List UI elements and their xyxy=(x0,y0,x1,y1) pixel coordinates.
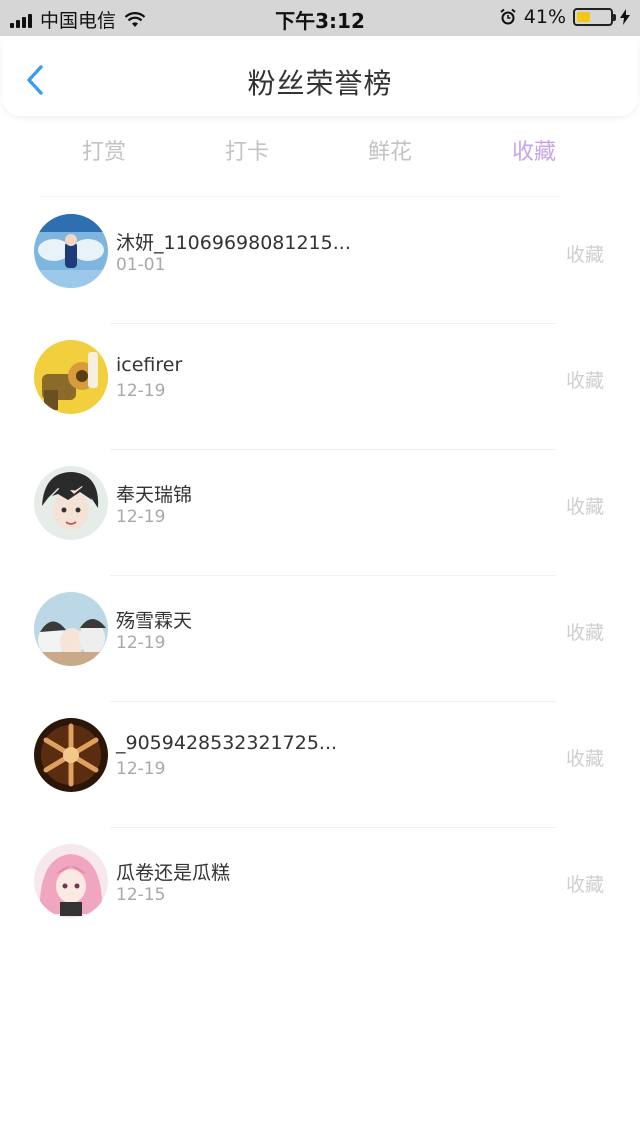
header: 粉丝荣誉榜 xyxy=(2,36,638,116)
screen: 中国电信 下午3:12 41% 粉丝荣誉榜 打赏 打卡 鲜花 收藏 沐妍_110… xyxy=(0,0,640,1139)
status-bar: 中国电信 下午3:12 41% xyxy=(0,0,640,36)
fan-date: 12-19 xyxy=(116,507,166,527)
tab-favorites[interactable]: 收藏 xyxy=(474,134,594,166)
fan-name: icefirer xyxy=(116,354,183,376)
fan-date: 12-19 xyxy=(116,633,166,653)
favorite-label: 收藏 xyxy=(565,370,604,392)
battery-level-fill xyxy=(577,12,591,22)
robot-character-avatar xyxy=(34,340,108,414)
favorite-label: 收藏 xyxy=(565,874,604,896)
favorite-label: 收藏 xyxy=(565,748,604,770)
anime-boy-avatar xyxy=(34,466,108,540)
list-item[interactable]: 瓜卷还是瓜糕 12-15 收藏 xyxy=(0,828,640,954)
status-right: 41% xyxy=(499,6,630,28)
pink-hair-girl-avatar xyxy=(34,844,108,918)
charging-bolt-icon xyxy=(620,9,630,25)
favorite-label: 收藏 xyxy=(565,622,604,644)
list-item[interactable]: _9059428532321725... 12-19 收藏 xyxy=(0,702,640,828)
alarm-icon xyxy=(500,8,516,25)
fan-name: _9059428532321725... xyxy=(116,732,338,754)
fan-date: 12-19 xyxy=(116,381,166,401)
anime-group-avatar xyxy=(34,592,108,666)
favorite-label: 收藏 xyxy=(565,496,604,518)
battery-icon xyxy=(573,8,616,26)
tab-divider xyxy=(40,196,560,197)
tab-bar: 打赏 打卡 鲜花 收藏 xyxy=(0,124,640,174)
list-item[interactable]: 殇雪霖天 12-19 收藏 xyxy=(0,576,640,702)
tab-checkin[interactable]: 打卡 xyxy=(187,134,307,166)
snowflake-avatar xyxy=(34,718,108,792)
list-item[interactable]: 奉天瑞锦 12-19 收藏 xyxy=(0,450,640,576)
page-title: 粉丝荣誉榜 xyxy=(247,67,393,100)
list-item[interactable]: 沐妍_11069698081215... 01-01 收藏 xyxy=(0,198,640,324)
fan-name: 殇雪霖天 xyxy=(116,610,193,632)
anime-character-avatar xyxy=(34,214,108,288)
tab-flowers[interactable]: 鲜花 xyxy=(330,134,450,166)
fan-date: 12-15 xyxy=(116,885,166,905)
fan-name: 沐妍_11069698081215... xyxy=(116,232,351,254)
tab-tips[interactable]: 打赏 xyxy=(44,134,164,166)
fan-list: 沐妍_11069698081215... 01-01 收藏 icefirer 1… xyxy=(0,198,640,954)
fan-name: 奉天瑞锦 xyxy=(116,484,193,506)
list-item[interactable]: icefirer 12-19 收藏 xyxy=(0,324,640,450)
fan-date: 12-19 xyxy=(116,759,166,779)
battery-percent: 41% xyxy=(523,6,566,28)
fan-name: 瓜卷还是瓜糕 xyxy=(116,862,231,884)
fan-date: 01-01 xyxy=(116,255,166,275)
favorite-label: 收藏 xyxy=(565,244,604,266)
